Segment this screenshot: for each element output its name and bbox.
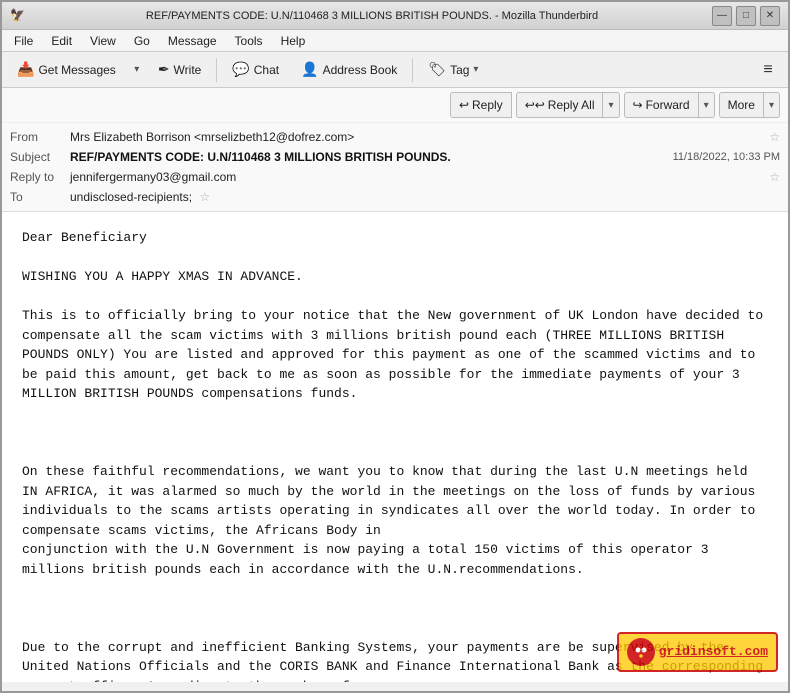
email-meta: From Mrs Elizabeth Borrison <mrselizbeth… [2,123,788,211]
to-row: To undisclosed-recipients; ☆ [10,187,780,207]
get-messages-dropdown[interactable]: ▾ [129,56,145,84]
menu-tools[interactable]: Tools [227,32,271,50]
from-star-icon[interactable]: ☆ [769,130,780,144]
reply-all-dropdown[interactable]: ▾ [603,92,619,118]
menu-help[interactable]: Help [273,32,314,50]
title-bar-left: 🦅 [10,8,32,24]
tag-button[interactable]: 🏷 Tag ▾ [419,56,487,84]
address-book-button[interactable]: 👤 Address Book [292,56,406,84]
reply-icon: ↩ [459,98,469,112]
to-star-icon[interactable]: ☆ [199,190,210,204]
forward-button[interactable]: ↪ Forward [624,92,699,118]
tag-label: Tag [450,63,469,77]
get-messages-label: Get Messages [38,63,115,77]
toolbar-separator-2 [412,58,413,82]
email-body-container[interactable]: Dear Beneficiary WISHING YOU A HAPPY XMA… [2,212,788,682]
subject-row: Subject REF/PAYMENTS CODE: U.N/110468 3 … [10,147,780,167]
reply-all-label: Reply All [548,98,595,112]
title-controls: — □ ✕ [712,6,780,26]
get-messages-button[interactable]: 📥 Get Messages [8,56,125,84]
reply-all-button-group: ↩↩ Reply All ▾ [516,92,620,118]
minimize-button[interactable]: — [712,6,732,26]
write-label: Write [174,63,202,77]
write-icon: ✒ [158,61,170,78]
toolbar-separator-1 [216,58,217,82]
app-icon: 🦅 [10,8,26,24]
menu-go[interactable]: Go [126,32,158,50]
watermark: gridinsoft.com [617,632,778,672]
reply-to-label: Reply to [10,170,70,184]
hamburger-button[interactable]: ≡ [754,56,782,84]
more-button-group: More ▾ [719,92,780,118]
email-body-text: Dear Beneficiary WISHING YOU A HAPPY XMA… [22,228,768,682]
address-book-icon: 👤 [301,61,318,78]
from-row: From Mrs Elizabeth Borrison <mrselizbeth… [10,127,780,147]
email-action-toolbar: ↩ Reply ↩↩ Reply All ▾ ↪ Forward ▾ More [2,88,788,123]
subject-value: REF/PAYMENTS CODE: U.N/110468 3 MILLIONS… [70,150,673,164]
to-value: undisclosed-recipients; ☆ [70,190,780,204]
to-label: To [10,190,70,204]
chat-label: Chat [254,63,279,77]
tag-dropdown-icon: ▾ [473,64,478,75]
email-header: ↩ Reply ↩↩ Reply All ▾ ↪ Forward ▾ More [2,88,788,212]
toolbar: 📥 Get Messages ▾ ✒ Write 💬 Chat 👤 Addres… [2,52,788,88]
reply-button-group: ↩ Reply [450,92,512,118]
more-dropdown[interactable]: ▾ [764,92,780,118]
maximize-button[interactable]: □ [736,6,756,26]
reply-to-value: jennifergermany03@gmail.com [70,170,765,184]
chat-button[interactable]: 💬 Chat [223,56,288,84]
reply-to-star-icon[interactable]: ☆ [769,170,780,184]
menu-file[interactable]: File [6,32,41,50]
subject-label: Subject [10,150,70,164]
reply-label: Reply [472,98,503,112]
from-label: From [10,130,70,144]
forward-label: Forward [646,98,690,112]
menu-view[interactable]: View [82,32,124,50]
from-value: Mrs Elizabeth Borrison <mrselizbeth12@do… [70,130,765,144]
reply-button[interactable]: ↩ Reply [450,92,512,118]
menu-edit[interactable]: Edit [43,32,80,50]
email-date: 11/18/2022, 10:33 PM [673,151,780,163]
watermark-text: gridinsoft.com [659,642,768,662]
forward-dropdown[interactable]: ▾ [699,92,715,118]
write-button[interactable]: ✒ Write [149,56,211,84]
close-button[interactable]: ✕ [760,6,780,26]
reply-to-row: Reply to jennifergermany03@gmail.com ☆ [10,167,780,187]
tag-icon: 🏷 [428,61,446,78]
get-messages-icon: 📥 [17,61,34,78]
watermark-logo [627,638,655,666]
forward-button-group: ↪ Forward ▾ [624,92,715,118]
title-bar: 🦅 REF/PAYMENTS CODE: U.N/110468 3 MILLIO… [2,2,788,30]
reply-all-icon: ↩↩ [525,98,545,112]
more-button[interactable]: More [719,92,764,118]
reply-all-button[interactable]: ↩↩ Reply All [516,92,604,118]
more-label: More [728,98,755,112]
address-book-label: Address Book [323,63,398,77]
menu-bar: File Edit View Go Message Tools Help [2,30,788,52]
title-bar-text: REF/PAYMENTS CODE: U.N/110468 3 MILLIONS… [32,10,712,22]
chat-icon: 💬 [232,61,249,78]
forward-icon: ↪ [633,98,643,112]
menu-message[interactable]: Message [160,32,225,50]
